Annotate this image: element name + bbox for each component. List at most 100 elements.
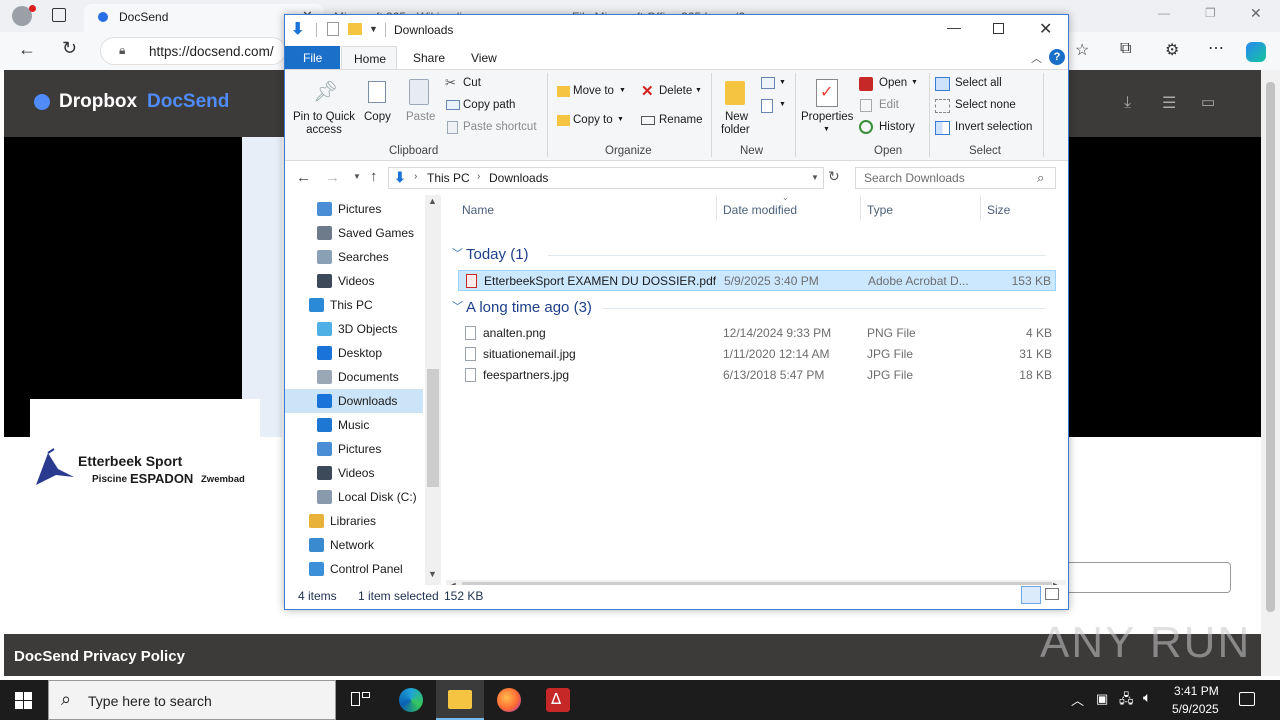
maximize-icon[interactable] <box>993 23 1004 34</box>
nav-item-3d-objects[interactable]: 3D Objects <box>285 317 423 341</box>
breadcrumb-downloads[interactable]: Downloads <box>489 171 548 185</box>
page-scrollbar[interactable] <box>1261 70 1280 676</box>
page-scrollbar-thumb[interactable] <box>1266 82 1275 612</box>
tray-overflow-icon[interactable]: ︿ <box>1071 690 1084 709</box>
breadcrumb[interactable]: ⬇ › This PC › Downloads ▼ <box>388 167 824 189</box>
nav-item-videos[interactable]: Videos <box>285 461 423 485</box>
privacy-policy-link[interactable]: DocSend Privacy Policy <box>14 648 185 665</box>
recent-locations-icon[interactable]: ▼ <box>353 172 361 181</box>
taskbar-search-box[interactable]: ⌕ Type here to search <box>48 680 336 720</box>
file-row[interactable]: analten.png 12/14/2024 9:33 PM PNG File 4 K… <box>458 323 1056 344</box>
paste-shortcut-button[interactable]: Paste shortcut <box>445 119 545 139</box>
refresh-icon[interactable]: ↻ <box>62 38 77 59</box>
paste-button[interactable]: Paste <box>403 77 437 127</box>
qat-dropdown-icon[interactable]: ▼ <box>369 24 378 34</box>
refresh-folder-icon[interactable]: ↻ <box>828 168 840 185</box>
select-all-button[interactable]: Select all <box>935 75 1045 95</box>
ribbon-collapse-icon[interactable]: ︿ <box>1031 50 1042 66</box>
file-row[interactable]: situationemail.jpg 1/11/2020 12:14 AM JPG … <box>458 344 1056 365</box>
nav-scroll-up-icon[interactable]: ▲ <box>428 196 437 206</box>
invert-selection-button[interactable]: Invert selection <box>935 119 1055 139</box>
history-button[interactable]: History <box>859 119 923 139</box>
nav-item-pictures[interactable]: Pictures <box>285 197 423 221</box>
file-row[interactable]: EtterbeekSport EXAMEN DU DOSSIER.pdf 5/9/… <box>458 270 1056 291</box>
download-icon[interactable]: ⤓ <box>1124 94 1131 112</box>
start-button[interactable] <box>0 680 48 720</box>
help-icon[interactable]: ? <box>1049 49 1065 65</box>
nav-item-local-disk-c[interactable]: Local Disk (C:) <box>285 485 423 509</box>
nav-item-music[interactable]: Music <box>285 413 423 437</box>
clock-date[interactable]: 5/9/2025 <box>1172 702 1219 716</box>
column-name[interactable]: Name <box>462 203 494 217</box>
copy-button[interactable]: Copy <box>361 77 395 127</box>
nav-item-libraries[interactable]: Libraries <box>285 509 423 533</box>
comment-icon[interactable]: ▭ <box>1201 93 1215 111</box>
nav-item-saved-games[interactable]: Saved Games <box>285 221 423 245</box>
column-size[interactable]: Size <box>987 203 1010 217</box>
new-folder-qat-icon[interactable] <box>348 23 362 35</box>
copy-path-button[interactable]: Copy path <box>445 97 535 117</box>
group-header-today[interactable]: ﹀ Today (1) <box>450 245 1050 265</box>
url-field[interactable]: 🔒︎ https://docsend.com/ <box>100 37 286 65</box>
copy-to-button[interactable]: Copy to ▼ <box>555 112 629 132</box>
nav-item-this-pc[interactable]: This PC <box>285 293 423 317</box>
extensions-icon[interactable]: ⚙ <box>1165 40 1179 60</box>
tab-view[interactable]: View <box>471 51 497 65</box>
nav-item-desktop[interactable]: Desktop <box>285 341 423 365</box>
column-date-modified[interactable]: Date modified <box>723 203 797 217</box>
nav-scrollbar-thumb[interactable] <box>427 369 439 487</box>
back-icon[interactable]: ← <box>18 39 36 60</box>
properties-button[interactable]: ✓ Properties ▼ <box>799 77 857 141</box>
move-to-button[interactable]: Move to ▼ <box>555 83 629 103</box>
new-folder-button[interactable]: New folder <box>717 77 757 141</box>
nav-item-videos[interactable]: Videos <box>285 269 423 293</box>
network-tray-icon[interactable]: 🖧︎ <box>1119 690 1134 712</box>
breadcrumb-this-pc[interactable]: This PC <box>427 171 470 185</box>
nav-item-control-panel[interactable]: Control Panel <box>285 557 423 581</box>
forward-nav-icon[interactable]: → <box>325 169 340 186</box>
minimize-icon[interactable]: — <box>947 19 961 35</box>
close-browser-icon[interactable]: ✕ <box>1250 5 1262 22</box>
tab-home[interactable]: Home <box>341 46 397 70</box>
details-view-icon[interactable] <box>1021 586 1041 604</box>
tab-file[interactable]: File <box>285 46 340 69</box>
clock-time[interactable]: 3:41 PM <box>1174 684 1219 698</box>
up-level-icon[interactable]: ↑ <box>370 168 378 185</box>
thumbnails-icon[interactable]: ☰ <box>1162 93 1176 113</box>
edit-button[interactable]: Edit <box>859 97 923 117</box>
large-icons-view-icon[interactable] <box>1045 588 1059 600</box>
edge-taskbar-icon[interactable] <box>399 688 423 712</box>
pin-quick-access-button[interactable]: 📌︎ Pin to Quick access <box>289 77 357 141</box>
restore-browser-icon[interactable]: ❐ <box>1205 6 1216 20</box>
nav-scroll-down-icon[interactable]: ▼ <box>428 569 437 579</box>
nav-item-pictures[interactable]: Pictures <box>285 437 423 461</box>
nav-item-downloads[interactable]: Downloads <box>285 389 423 413</box>
delete-button[interactable]: ✕ Delete ▼ <box>639 83 705 103</box>
minimize-browser-icon[interactable]: — <box>1158 6 1170 20</box>
explorer-taskbar-button[interactable] <box>436 680 484 720</box>
volume-icon[interactable]: 🔈︎ <box>1143 689 1151 706</box>
select-none-button[interactable]: Select none <box>935 97 1045 117</box>
back-nav-icon[interactable]: ← <box>296 169 311 186</box>
tab-actions-icon[interactable] <box>52 8 66 22</box>
rename-button[interactable]: Rename <box>639 112 705 132</box>
column-type[interactable]: Type <box>867 203 893 217</box>
new-item-button[interactable]: ▼ <box>761 75 787 93</box>
firefox-taskbar-icon[interactable] <box>497 688 521 712</box>
nav-scrollbar[interactable]: ▲ ▼ <box>425 195 441 585</box>
open-button[interactable]: Open ▼ <box>859 75 923 95</box>
tray-device-icon[interactable]: ▣ <box>1096 691 1108 707</box>
properties-qat-icon[interactable] <box>327 22 339 36</box>
search-downloads-field[interactable]: Search Downloads ⌕ <box>855 167 1056 189</box>
email-input-partial[interactable] <box>1069 562 1231 593</box>
tab-share[interactable]: Share <box>413 51 445 65</box>
copilot-icon[interactable] <box>1246 42 1266 62</box>
notifications-icon[interactable] <box>1239 692 1255 706</box>
easy-access-button[interactable]: ▼ <box>761 97 787 115</box>
address-dropdown-icon[interactable]: ▼ <box>811 173 819 182</box>
cut-button[interactable]: ✂ Cut <box>445 75 535 95</box>
nav-item-searches[interactable]: Searches <box>285 245 423 269</box>
favorites-icon[interactable]: ☆ <box>1075 40 1089 60</box>
task-view-icon[interactable] <box>349 688 373 712</box>
acrobat-taskbar-icon[interactable]: ᐃ <box>546 688 570 712</box>
